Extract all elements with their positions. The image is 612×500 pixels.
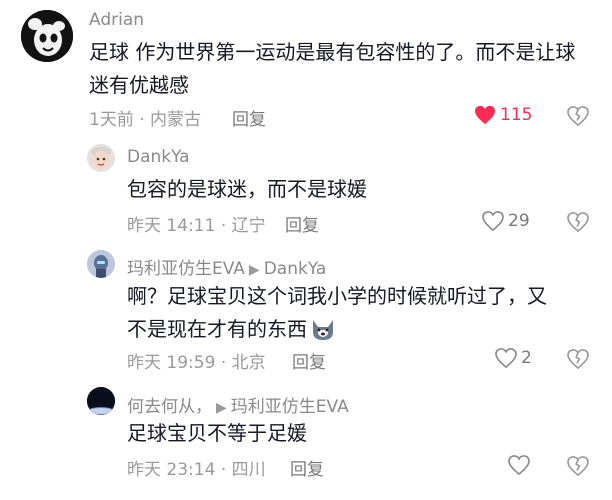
memoji-avatar-icon [87,144,115,172]
comment-meta: 昨天 14:11 · 辽宁 [127,211,266,236]
comment-text-line-wrap: 不是现在才有的东西 [127,313,597,346]
meta-separator: · [220,460,227,480]
like-button[interactable] [508,455,534,475]
comment-text-line: 不是现在才有的东西 [127,317,307,341]
reply-target[interactable]: 玛利亚仿生EVA [231,397,349,417]
robot-avatar-icon [87,250,115,278]
comment-author[interactable]: DankYa [127,147,190,167]
comment-meta: 1天前 · 内蒙古 [89,105,201,130]
comment-location: 四川 [231,460,266,480]
meta-separator: · [220,353,227,373]
comment-time: 1天前 [89,110,134,130]
comment-meta: 昨天 19:59 · 北京 [127,348,266,373]
reply-button[interactable]: 回复 [285,211,319,236]
reply-button[interactable]: 回复 [290,455,324,480]
comment-text: 啊？足球宝贝这个词我小学的时候就听过了，又 不是现在才有的东西 [127,280,597,346]
comment-text: 足球 作为世界第一运动是最有包容性的了。而不是让球迷有优越感 [89,40,576,97]
comment-text: 足球宝贝不等于足媛 [127,421,307,445]
comment-author[interactable]: 何去何从， [127,397,212,417]
comment-location: 内蒙古 [150,110,202,130]
comment-author-line: 玛利亚仿生EVA ▶ DankYa [127,254,326,279]
like-button[interactable]: 2 [495,348,532,368]
comment-time: 昨天 19:59 [127,353,216,373]
husky-emoji-icon [313,319,333,340]
heart-filled-icon [475,105,495,125]
heart-outline-icon [482,211,504,231]
dislike-button[interactable] [567,349,589,373]
broken-heart-icon [567,349,589,370]
comment-time: 昨天 23:14 [127,460,216,480]
comment-meta: 昨天 23:14 · 四川 [127,455,266,480]
night-sky-avatar-icon [87,387,115,415]
reply-target[interactable]: DankYa [264,259,327,279]
heart-outline-icon [495,348,517,368]
comment-author-line: 何去何从， ▶ 玛利亚仿生EVA [127,392,349,417]
avatar[interactable] [87,250,115,278]
heart-outline-icon [508,455,530,475]
comment-text: 包容的是球迷，而不是球媛 [127,177,367,201]
avatar[interactable] [87,387,115,415]
comment-location: 北京 [231,353,266,373]
like-button[interactable]: 115 [474,105,532,125]
like-count: 29 [508,211,530,231]
panda-avatar-icon [21,10,73,62]
dislike-button[interactable] [567,212,589,236]
broken-heart-icon [567,212,589,233]
broken-heart-icon [567,106,589,127]
comment-location: 辽宁 [231,216,266,236]
dislike-button[interactable] [567,106,589,130]
comment-author[interactable]: Adrian [89,10,144,30]
reply-arrow-icon: ▶ [216,400,227,416]
reply-arrow-icon: ▶ [248,262,260,278]
comment-time: 昨天 14:11 [127,216,216,236]
like-button[interactable]: 29 [482,211,530,231]
like-count: 2 [521,348,532,368]
like-count: 115 [500,105,533,125]
avatar[interactable] [21,10,73,62]
meta-separator: · [139,110,145,130]
reply-button[interactable]: 回复 [292,348,326,373]
broken-heart-icon [567,456,589,477]
comment-author[interactable]: 玛利亚仿生EVA [127,259,245,279]
dislike-button[interactable] [567,456,589,480]
meta-separator: · [220,216,227,236]
reply-button[interactable]: 回复 [232,105,266,130]
avatar[interactable] [87,144,115,172]
comment-text-line: 啊？足球宝贝这个词我小学的时候就听过了，又 [127,284,547,308]
